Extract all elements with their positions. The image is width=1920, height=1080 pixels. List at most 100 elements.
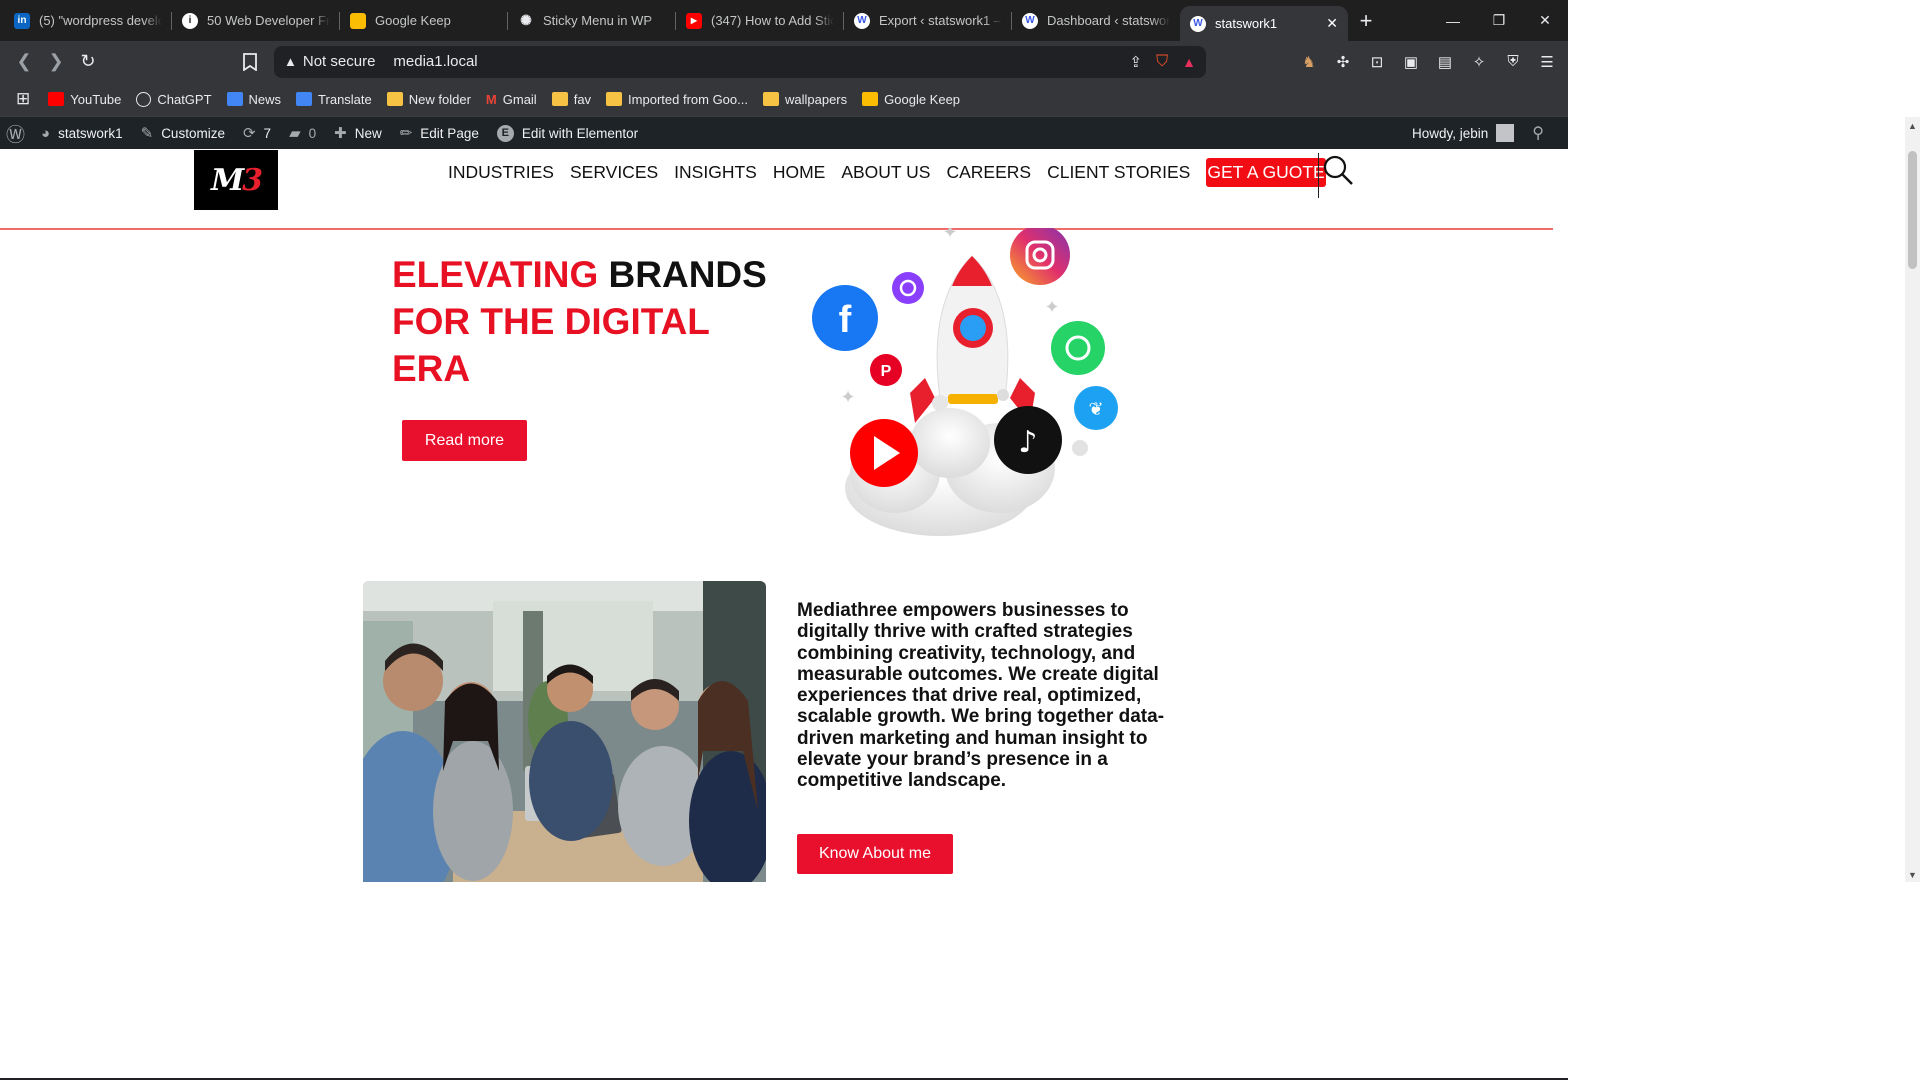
chatgpt-icon	[136, 91, 152, 107]
menu-item-client-stories[interactable]: CLIENT STORIES	[1047, 162, 1190, 183]
youtube-icon: ▶	[686, 12, 702, 29]
extension-icon[interactable]: ♞	[1298, 51, 1320, 73]
wordpress-icon: W	[1022, 12, 1038, 29]
wp-updates[interactable]: ⟳ 7	[243, 124, 271, 142]
howdy-label: Howdy, jebin	[1411, 125, 1489, 141]
security-status[interactable]: Not secure	[303, 53, 376, 70]
tab-title: Export ‹ statswork1 —	[879, 13, 1002, 28]
menu-item-services[interactable]: SERVICES	[570, 162, 658, 183]
vpn-icon[interactable]: ⛨	[1502, 51, 1524, 73]
get-a-quote-button[interactable]: GET A GUOTE	[1206, 158, 1326, 187]
bookmark-gmail[interactable]: M Gmail	[486, 92, 537, 107]
wp-updates-count: 7	[263, 125, 272, 141]
omnibox[interactable]: ▲ Not secure media1.local ⇪ ⛉ ▲	[274, 45, 1206, 78]
close-window-icon[interactable]: ✕	[1522, 0, 1568, 41]
header-divider	[0, 228, 1553, 230]
logo-text: MM33	[210, 162, 263, 198]
tab-web-developer[interactable]: i 50 Web Developer Fre	[172, 0, 340, 41]
bookmark-new-folder[interactable]: New folder	[386, 92, 471, 107]
warning-icon[interactable]: ▲	[284, 54, 297, 69]
tab-title: (347) How to Add Stic	[711, 13, 834, 28]
tab-dashboard[interactable]: W Dashboard ‹ statswor	[1012, 0, 1180, 41]
bookmark-translate[interactable]: Translate	[296, 92, 372, 107]
wp-comments[interactable]: ▰ 0	[289, 124, 316, 142]
bookmark-icon[interactable]	[234, 46, 266, 78]
website-viewport: MM33 INDUSTRIES SERVICES INSIGHTS HOME A…	[0, 150, 1553, 882]
wp-edit-page[interactable]: ✏ Edit Page	[400, 124, 479, 142]
tab-sticky-menu[interactable]: ✺ Sticky Menu in WP	[508, 0, 676, 41]
comment-icon: ▰	[289, 125, 301, 142]
menu-item-careers[interactable]: CAREERS	[946, 162, 1031, 183]
tab-title: 50 Web Developer Fre	[207, 13, 330, 28]
brave-shield-icon[interactable]: ⛉	[1156, 53, 1168, 71]
wp-site-link[interactable]: ◕ statswork1	[41, 125, 123, 142]
wp-elementor[interactable]: E Edit with Elementor	[496, 124, 638, 142]
dashboard-icon: ◕	[41, 124, 51, 142]
menu-icon[interactable]: ☰	[1536, 51, 1558, 73]
wp-new[interactable]: ✚ New	[334, 124, 382, 142]
restore-icon[interactable]: ❐	[1476, 0, 1522, 41]
about-paragraph: Mediathree empowers businesses to digita…	[797, 600, 1165, 792]
minimize-icon[interactable]: —	[1430, 0, 1476, 41]
bookmark-label: News	[248, 91, 282, 107]
back-icon[interactable]: ❮	[8, 46, 40, 78]
tab-export[interactable]: W Export ‹ statswork1 —	[844, 0, 1012, 41]
search-icon[interactable]	[1322, 154, 1354, 191]
bookmark-imported[interactable]: Imported from Goo...	[606, 92, 748, 107]
bookmark-chatgpt[interactable]: ChatGPT	[136, 91, 212, 107]
leo-ai-icon[interactable]: ✧	[1468, 51, 1490, 73]
tab-title: statswork1	[1215, 16, 1278, 31]
wp-customize[interactable]: ✎ Customize	[141, 124, 225, 142]
bookmark-label: wallpapers	[784, 91, 848, 107]
menu-item-home[interactable]: HOME	[773, 162, 826, 183]
info-icon: i	[182, 12, 198, 29]
tab-google-keep[interactable]: Google Keep	[340, 0, 508, 41]
gmail-icon: M	[485, 91, 497, 107]
hero-title-red: ELEVATING	[392, 254, 599, 295]
sidebar-icon[interactable]: ▣	[1400, 51, 1422, 73]
scroll-down-icon[interactable]: ▼	[1908, 870, 1917, 880]
screenshot-icon[interactable]: ⊡	[1366, 51, 1388, 73]
linkedin-icon: in	[14, 12, 30, 29]
apps-icon[interactable]: ⊞	[16, 89, 30, 109]
search-icon[interactable]: ⚲	[1532, 123, 1544, 143]
menu-item-insights[interactable]: INSIGHTS	[674, 162, 757, 183]
bookmark-wallpapers[interactable]: wallpapers	[762, 91, 848, 107]
tab-statswork1-active[interactable]: W statswork1 ✕	[1180, 6, 1348, 41]
menu-item-industries[interactable]: INDUSTRIES	[448, 162, 554, 183]
tab-strip: in (5) "wordpress develo i 50 Web Develo…	[0, 0, 1568, 41]
folder-icon	[762, 92, 779, 106]
site-logo[interactable]: MM33	[194, 150, 278, 210]
bookmark-fav[interactable]: fav	[551, 91, 592, 107]
wallet-icon[interactable]: ▤	[1434, 51, 1456, 73]
forward-icon[interactable]: ❯	[40, 46, 72, 78]
reload-icon[interactable]: ↻	[72, 46, 104, 78]
url-text[interactable]: media1.local	[393, 53, 477, 70]
keep-icon	[350, 12, 366, 29]
share-icon[interactable]: ⇪	[1130, 53, 1143, 71]
page-scrollbar[interactable]: ▲ ▼	[1905, 117, 1920, 882]
bookmark-label: Gmail	[502, 91, 537, 107]
wordpress-icon: W	[854, 12, 870, 29]
brave-rewards-icon[interactable]: ▲	[1182, 54, 1196, 70]
bookmark-news[interactable]: News	[226, 91, 282, 107]
wp-site-name: statswork1	[58, 125, 123, 141]
folder-icon	[551, 92, 568, 106]
puzzle-icon[interactable]: ✣	[1332, 51, 1354, 73]
read-more-button[interactable]: Read more	[402, 420, 527, 461]
bookmark-label: fav	[573, 91, 592, 107]
tab-linkedin[interactable]: in (5) "wordpress develo	[4, 0, 172, 41]
wp-account[interactable]: Howdy, jebin ⚲	[1412, 123, 1544, 143]
close-tab-icon[interactable]: ✕	[1326, 15, 1338, 32]
wordpress-logo-icon[interactable]: Ⓦ	[6, 120, 25, 147]
menu-item-about-us[interactable]: ABOUT US	[841, 162, 930, 183]
bookmark-google-keep[interactable]: Google Keep	[862, 92, 960, 107]
svg-text:✦: ✦	[942, 228, 957, 242]
scroll-up-icon[interactable]: ▲	[1908, 121, 1917, 131]
tab-youtube[interactable]: ▶ (347) How to Add Stic	[676, 0, 844, 41]
new-tab-button[interactable]: +	[1348, 8, 1384, 34]
bookmark-youtube[interactable]: YouTube	[48, 92, 121, 107]
scrollbar-thumb[interactable]	[1908, 151, 1917, 269]
menu-divider	[1318, 153, 1319, 198]
know-about-me-button[interactable]: Know About me	[797, 834, 953, 874]
